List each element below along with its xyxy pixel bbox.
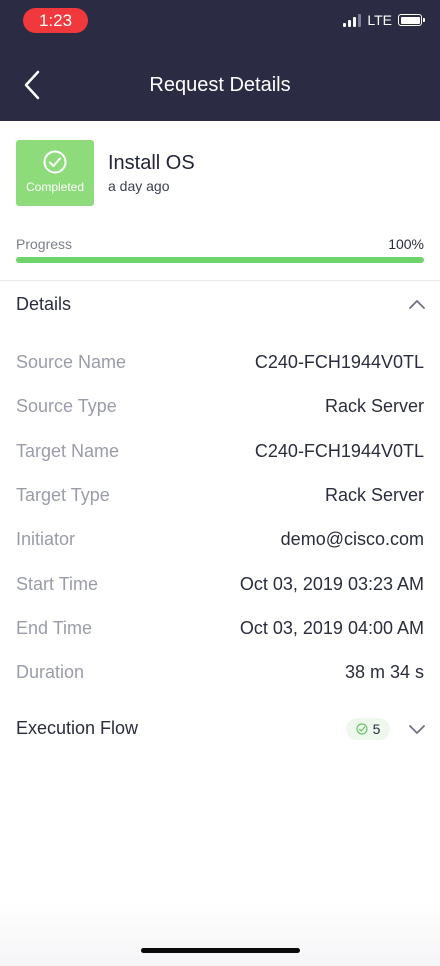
detail-label: Initiator <box>16 529 76 549</box>
status-bar-indicators: LTE <box>343 12 425 28</box>
signal-icon <box>343 13 362 27</box>
check-circle-icon <box>43 150 67 174</box>
detail-label: End Time <box>16 618 93 638</box>
bottom-bar <box>0 900 440 966</box>
detail-label: Start Time <box>16 574 99 594</box>
page-title: Request Details <box>149 74 291 96</box>
app-header: 1:23 LTE Request Details <box>0 0 440 121</box>
progress-bar <box>16 257 424 263</box>
status-tile: Completed <box>16 140 94 206</box>
detail-label: Duration <box>16 662 85 682</box>
home-indicator[interactable] <box>141 948 300 953</box>
network-type: LTE <box>367 12 392 28</box>
detail-value: Oct 03, 2019 03:23 AM <box>239 574 424 594</box>
completed-count-badge: 5 <box>346 718 390 740</box>
chevron-up-icon[interactable] <box>408 298 426 310</box>
request-time: a day ago <box>108 178 170 194</box>
execution-flow-header[interactable]: Execution Flow <box>16 718 138 739</box>
detail-value: 38 m 34 s <box>344 662 424 682</box>
detail-label: Source Type <box>16 396 117 416</box>
progress-bar-fill <box>16 257 424 263</box>
small-check-circle-icon <box>355 723 368 735</box>
detail-value: C240-FCH1944V0TL <box>254 352 424 372</box>
detail-value: Rack Server <box>324 396 424 416</box>
progress-label: Progress <box>16 236 73 252</box>
progress-value: 100% <box>388 236 424 252</box>
status-bar-time: 1:23 <box>23 8 88 33</box>
battery-icon <box>398 14 425 26</box>
request-title: Install OS <box>108 152 195 174</box>
detail-value: Oct 03, 2019 04:00 AM <box>239 618 424 638</box>
detail-label: Target Name <box>16 441 120 461</box>
detail-value: C240-FCH1944V0TL <box>254 441 424 461</box>
detail-label: Source Name <box>16 352 127 372</box>
detail-value: demo@cisco.com <box>280 529 424 549</box>
completed-count: 5 <box>372 721 381 737</box>
status-label: Completed <box>25 180 85 194</box>
details-section-header[interactable]: Details <box>16 294 71 315</box>
detail-label: Target Type <box>16 485 110 505</box>
detail-value: Rack Server <box>324 485 424 505</box>
divider <box>0 280 440 281</box>
chevron-down-icon[interactable] <box>408 723 426 735</box>
